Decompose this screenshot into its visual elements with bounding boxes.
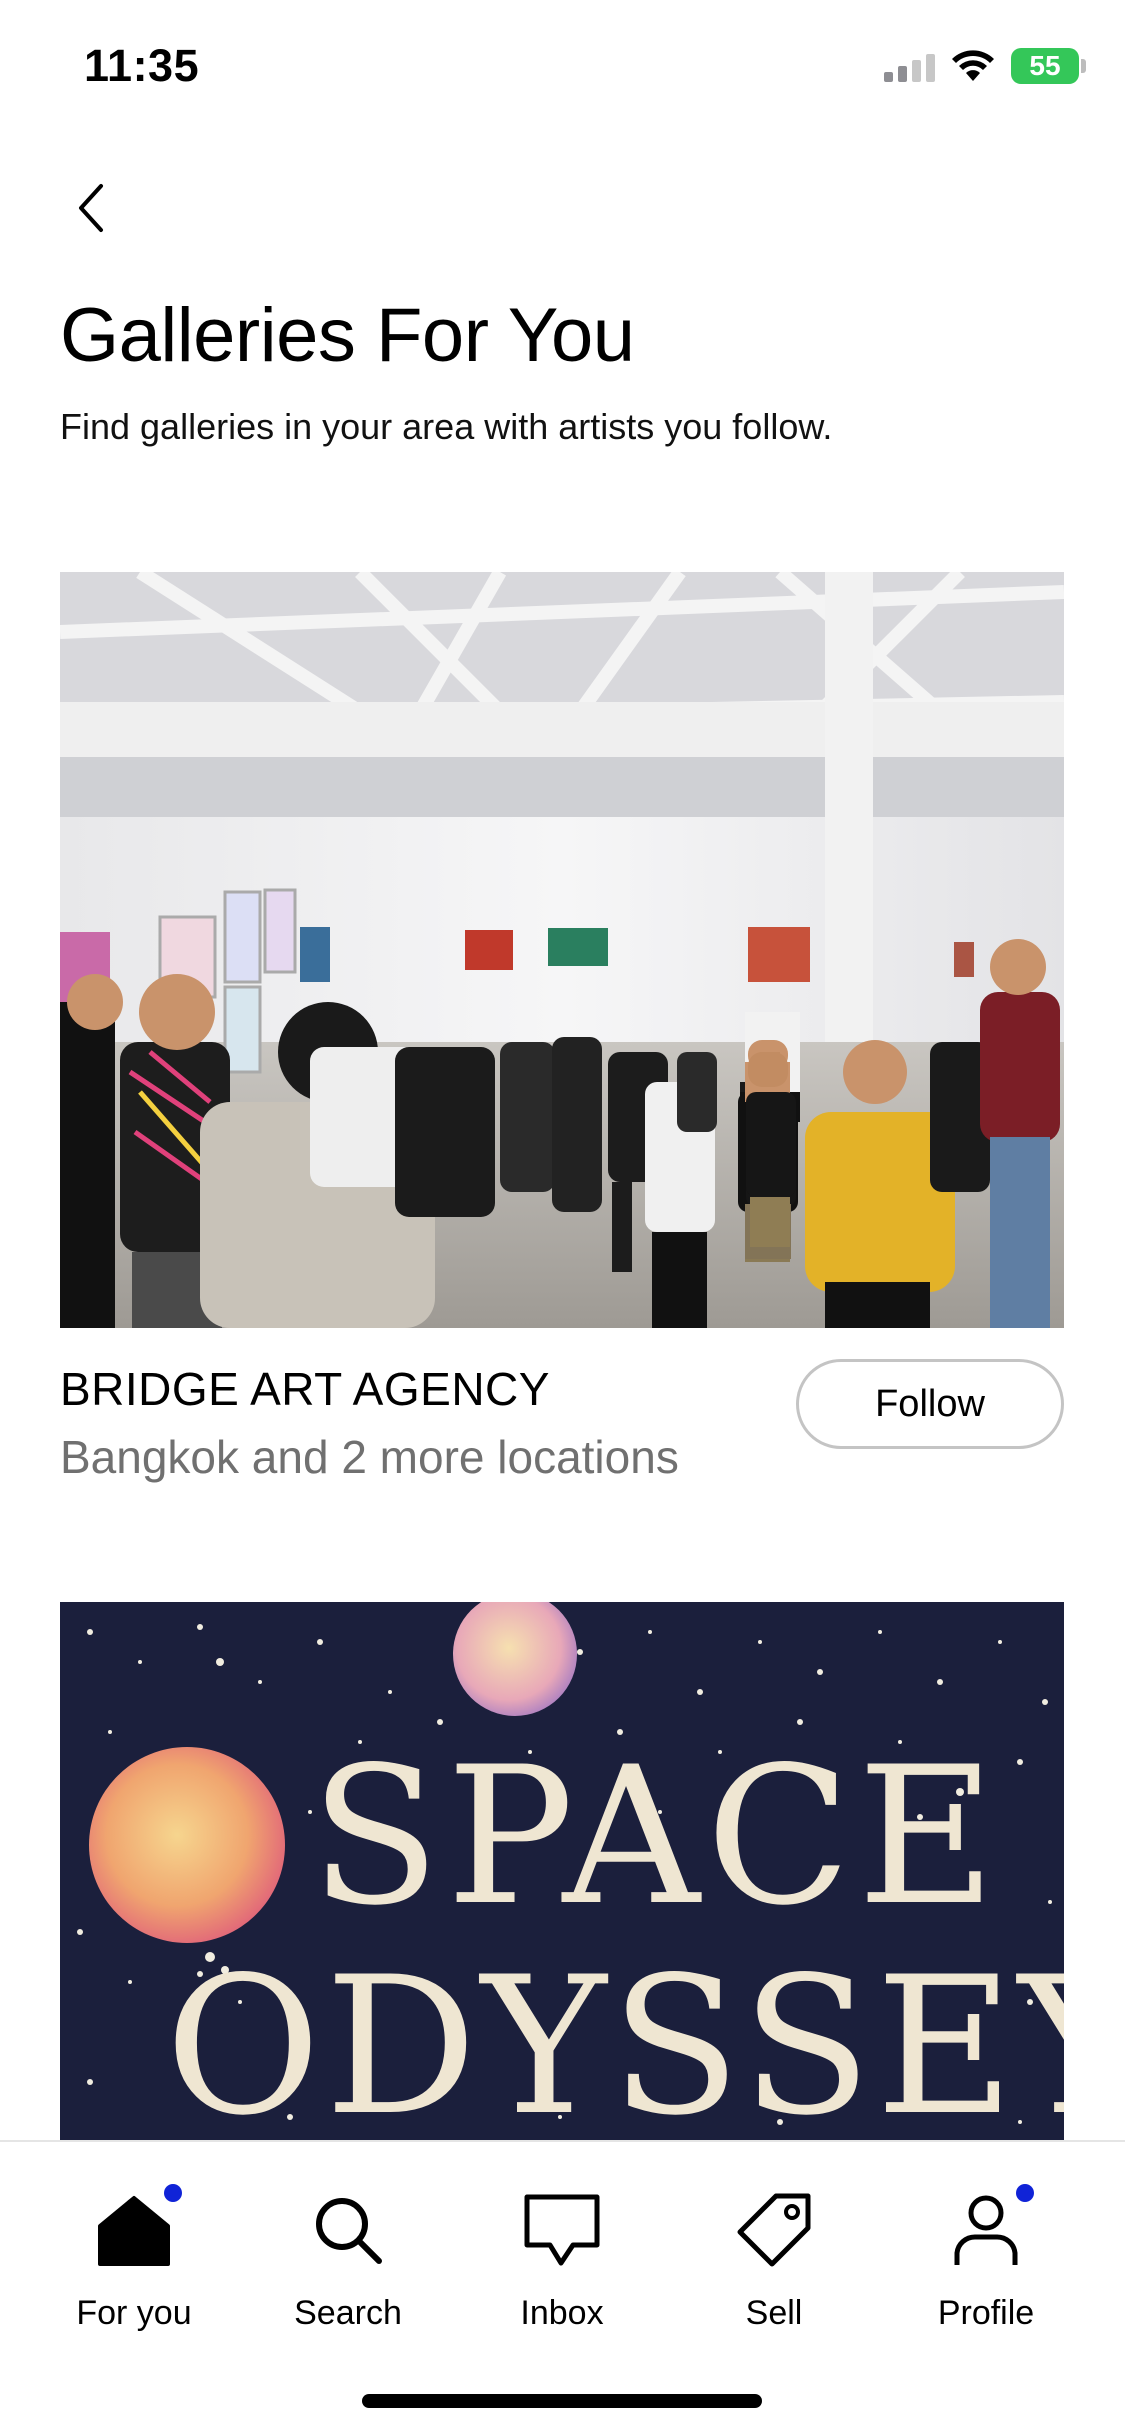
- gallery-name[interactable]: BRIDGE ART AGENCY: [60, 1362, 550, 1416]
- tab-inbox[interactable]: Inbox: [472, 2190, 652, 2333]
- tab-label: For you: [76, 2294, 192, 2332]
- status-time: 11:35: [84, 40, 200, 91]
- space-odyssey-artwork: SPACE ODYSSEY: [60, 1602, 1064, 2140]
- bottom-tab-bar: For you Search Inbox Sell Profile: [0, 2140, 1125, 2436]
- tag-icon: [734, 2190, 814, 2270]
- profile-icon: [946, 2184, 1034, 2270]
- follow-button[interactable]: Follow: [796, 1359, 1064, 1449]
- tab-sell[interactable]: Sell: [684, 2190, 864, 2333]
- gallery-interior-photo: [60, 572, 1064, 1328]
- tab-search[interactable]: Search: [258, 2190, 438, 2333]
- battery-level: 55: [1029, 50, 1061, 81]
- artwork-title-line2: ODYSSEY: [165, 1936, 1064, 2140]
- chevron-left-icon: [79, 184, 103, 232]
- wifi-icon: [952, 50, 994, 81]
- back-button[interactable]: [60, 178, 120, 238]
- tab-label: Profile: [937, 2294, 1035, 2332]
- tab-profile[interactable]: Profile: [896, 2184, 1076, 2333]
- gallery-location: Bangkok and 2 more locations: [60, 1431, 679, 1483]
- page-subtitle: Find galleries in your area with artists…: [60, 406, 833, 447]
- page-title: Galleries For You: [60, 293, 635, 378]
- badge-dot: [164, 2184, 182, 2202]
- tab-label: Search: [294, 2294, 402, 2332]
- tab-label: Sell: [745, 2294, 803, 2332]
- badge-dot: [1016, 2184, 1034, 2202]
- inbox-icon: [522, 2190, 602, 2270]
- artwork-title-line1: SPACE: [310, 1726, 1002, 1947]
- status-icons: 55: [884, 48, 1086, 84]
- search-icon: [308, 2190, 388, 2270]
- tab-for-you[interactable]: For you: [44, 2184, 224, 2333]
- home-icon: [94, 2184, 182, 2270]
- gallery-image[interactable]: SPACE ODYSSEY: [60, 1602, 1064, 2140]
- status-bar: 11:35 55: [0, 0, 1125, 140]
- cellular-signal-icon: [884, 50, 935, 82]
- gallery-image[interactable]: [60, 572, 1064, 1328]
- battery-icon: 55: [1011, 48, 1086, 84]
- home-indicator[interactable]: [362, 2394, 762, 2408]
- tab-label: Inbox: [520, 2294, 604, 2332]
